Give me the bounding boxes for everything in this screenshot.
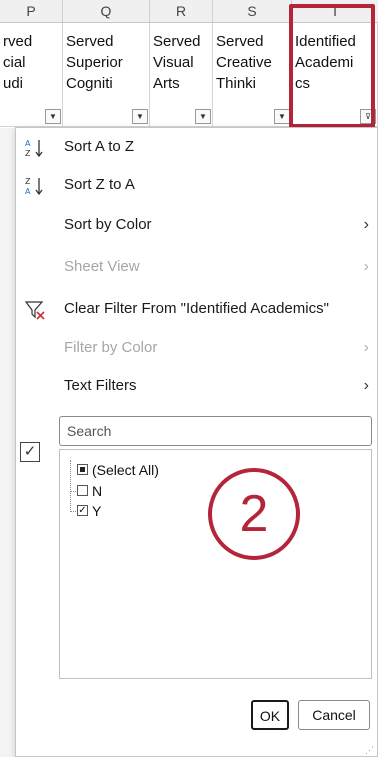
search-input[interactable]: Search (59, 416, 372, 446)
list-item-select-all[interactable]: (Select All) (77, 460, 159, 480)
menu-item-filter-by-color: Filter by Color › (16, 329, 377, 367)
step-number-badge: 2 (208, 468, 300, 560)
svg-text:Z: Z (25, 149, 31, 158)
check-icon: ✓ (20, 442, 40, 462)
menu-item-text-filters[interactable]: Text Filters › (16, 367, 377, 405)
ok-button[interactable]: OK (251, 700, 289, 730)
list-item-n[interactable]: N (77, 481, 102, 501)
checkbox-checked[interactable]: ✓ (77, 505, 88, 516)
checkbox-partial[interactable] (77, 464, 88, 475)
svg-text:A: A (25, 139, 31, 148)
column-header-s[interactable]: S (213, 0, 292, 22)
chevron-right-icon: › (363, 377, 369, 394)
menu-item-sort-z-to-a[interactable]: Z A Sort Z to A (16, 166, 377, 204)
column-header-r[interactable]: R (150, 0, 213, 22)
highlight-box (289, 4, 375, 128)
filter-values-list[interactable]: (Select All) N ✓ Y (59, 449, 372, 679)
svg-text:Z: Z (25, 177, 31, 186)
header-cell-q[interactable]: Served Superior Cogniti ▼ (63, 23, 150, 127)
filter-dropdown-button[interactable]: ▼ (132, 109, 148, 124)
menu-item-sort-by-color[interactable]: Sort by Color › (16, 206, 377, 244)
sort-ascending-icon: A Z (24, 128, 46, 166)
clear-filter-icon (24, 290, 46, 328)
resize-grip-icon[interactable]: ⋰ (365, 746, 374, 755)
tree-connector (70, 460, 71, 512)
column-header-p[interactable]: P (0, 0, 63, 22)
checkbox-unchecked[interactable] (77, 485, 88, 496)
header-cell-s[interactable]: Served Creative Thinki ▼ (213, 23, 292, 127)
chevron-right-icon: › (363, 258, 369, 275)
cancel-button[interactable]: Cancel (298, 700, 370, 730)
filter-dropdown-button[interactable]: ▼ (45, 109, 61, 124)
menu-item-sort-a-to-z[interactable]: A Z Sort A to Z (16, 128, 377, 166)
sort-descending-icon: Z A (24, 166, 46, 204)
header-cell-p[interactable]: rved cial udi ▼ (0, 23, 63, 127)
menu-item-clear-filter[interactable]: Clear Filter From "Identified Academics" (16, 290, 377, 328)
menu-item-sheet-view: Sheet View › (16, 248, 377, 286)
filter-menu: A Z Sort A to Z Z A Sort Z to A Sort by … (15, 127, 378, 757)
filter-dropdown-button[interactable]: ▼ (274, 109, 290, 124)
column-header-q[interactable]: Q (63, 0, 150, 22)
list-item-y[interactable]: ✓ Y (77, 501, 101, 521)
header-cell-r[interactable]: Served Visual Arts ▼ (150, 23, 213, 127)
svg-text:A: A (25, 187, 31, 196)
filter-dropdown-button[interactable]: ▼ (195, 109, 211, 124)
chevron-right-icon: › (363, 216, 369, 233)
chevron-right-icon: › (363, 339, 369, 356)
